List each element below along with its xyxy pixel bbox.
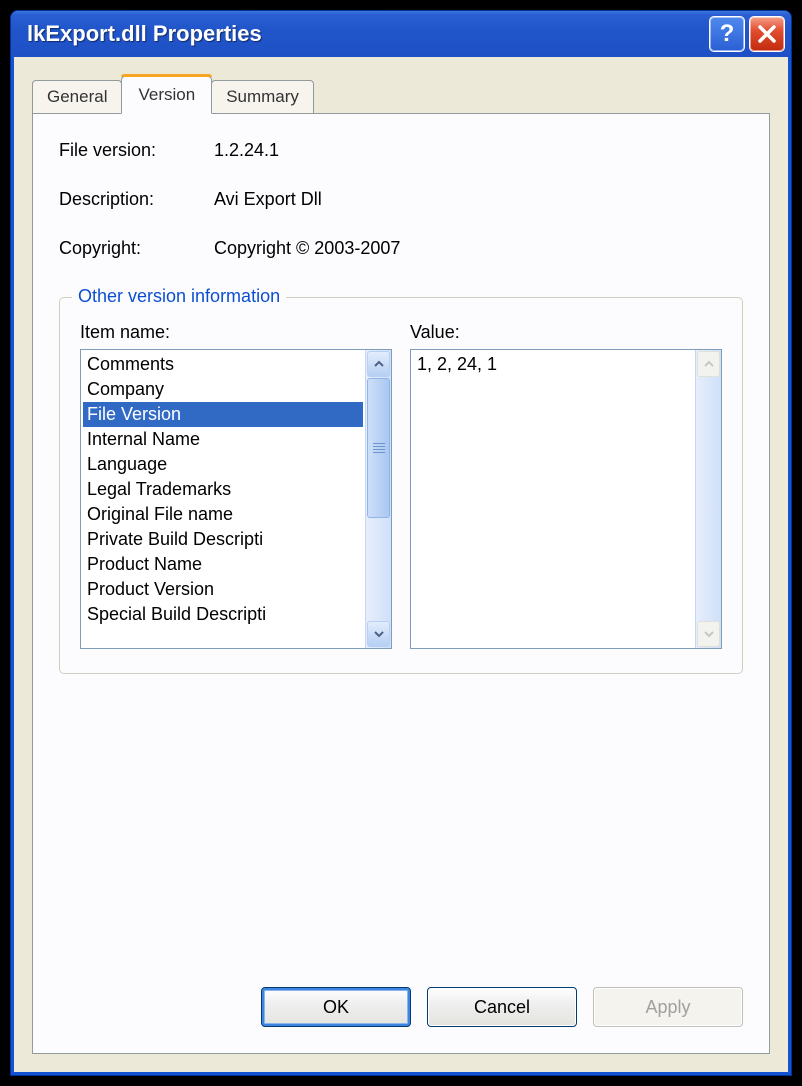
list-item[interactable]: File Version	[83, 402, 363, 427]
file-version-row: File version: 1.2.24.1	[59, 140, 743, 161]
item-name-label: Item name:	[80, 322, 392, 343]
scroll-up-button	[697, 351, 720, 377]
file-version-value: 1.2.24.1	[214, 140, 743, 161]
tab-general[interactable]: General	[32, 80, 122, 113]
properties-dialog: lkExport.dll Properties ? General Versio…	[10, 10, 792, 1076]
list-item[interactable]: Legal Trademarks	[83, 477, 363, 502]
chevron-down-icon	[703, 628, 715, 640]
list-item[interactable]: Product Version	[83, 577, 363, 602]
list-inner: CommentsCompanyFile VersionInternal Name…	[81, 350, 365, 648]
ok-button[interactable]: OK	[261, 987, 411, 1027]
copyright-value: Copyright © 2003-2007	[214, 238, 743, 259]
titlebar[interactable]: lkExport.dll Properties ?	[11, 11, 791, 57]
close-icon	[757, 24, 777, 44]
scroll-down-button	[697, 621, 720, 647]
scroll-thumb[interactable]	[367, 378, 390, 518]
tab-panel-version: File version: 1.2.24.1 Description: Avi …	[32, 113, 770, 1054]
chevron-up-icon	[373, 358, 385, 370]
description-row: Description: Avi Export Dll	[59, 189, 743, 210]
list-item[interactable]: Product Name	[83, 552, 363, 577]
help-button[interactable]: ?	[709, 16, 745, 52]
apply-button: Apply	[593, 987, 743, 1027]
group-columns: Item name: CommentsCompanyFile VersionIn…	[80, 322, 722, 649]
value-label: Value:	[410, 322, 722, 343]
description-label: Description:	[59, 189, 214, 210]
list-item[interactable]: Internal Name	[83, 427, 363, 452]
tabs-row: General Version Summary	[32, 77, 770, 113]
value-column: Value: 1, 2, 24, 1	[410, 322, 722, 649]
client-area: General Version Summary File version: 1.…	[11, 57, 791, 1075]
item-name-listbox[interactable]: CommentsCompanyFile VersionInternal Name…	[80, 349, 392, 649]
window-title: lkExport.dll Properties	[27, 21, 709, 47]
scroll-up-button[interactable]	[367, 351, 390, 377]
titlebar-buttons: ?	[709, 16, 785, 52]
copyright-label: Copyright:	[59, 238, 214, 259]
chevron-up-icon	[703, 358, 715, 370]
chevron-down-icon	[373, 628, 385, 640]
list-item[interactable]: Comments	[83, 352, 363, 377]
value-box: 1, 2, 24, 1	[410, 349, 722, 649]
item-name-column: Item name: CommentsCompanyFile VersionIn…	[80, 322, 392, 649]
copyright-row: Copyright: Copyright © 2003-2007	[59, 238, 743, 259]
listbox-scrollbar[interactable]	[365, 350, 391, 648]
list-item[interactable]: Private Build Descripti	[83, 527, 363, 552]
list-item[interactable]: Original File name	[83, 502, 363, 527]
value-scrollbar	[695, 350, 721, 648]
groupbox-title: Other version information	[72, 286, 286, 307]
file-version-label: File version:	[59, 140, 214, 161]
list-item[interactable]: Language	[83, 452, 363, 477]
list-item[interactable]: Company	[83, 377, 363, 402]
scroll-track[interactable]	[366, 378, 391, 620]
button-row: OK Cancel Apply	[59, 965, 743, 1027]
tab-summary[interactable]: Summary	[211, 80, 314, 113]
other-version-groupbox: Other version information Item name: Com…	[59, 297, 743, 674]
scroll-down-button[interactable]	[367, 621, 390, 647]
list-item[interactable]: Special Build Descripti	[83, 602, 363, 627]
help-icon: ?	[720, 20, 735, 48]
tab-version[interactable]: Version	[121, 76, 212, 114]
close-button[interactable]	[749, 16, 785, 52]
value-text: 1, 2, 24, 1	[411, 350, 695, 648]
description-value: Avi Export Dll	[214, 189, 743, 210]
scroll-track	[696, 378, 721, 620]
cancel-button[interactable]: Cancel	[427, 987, 577, 1027]
